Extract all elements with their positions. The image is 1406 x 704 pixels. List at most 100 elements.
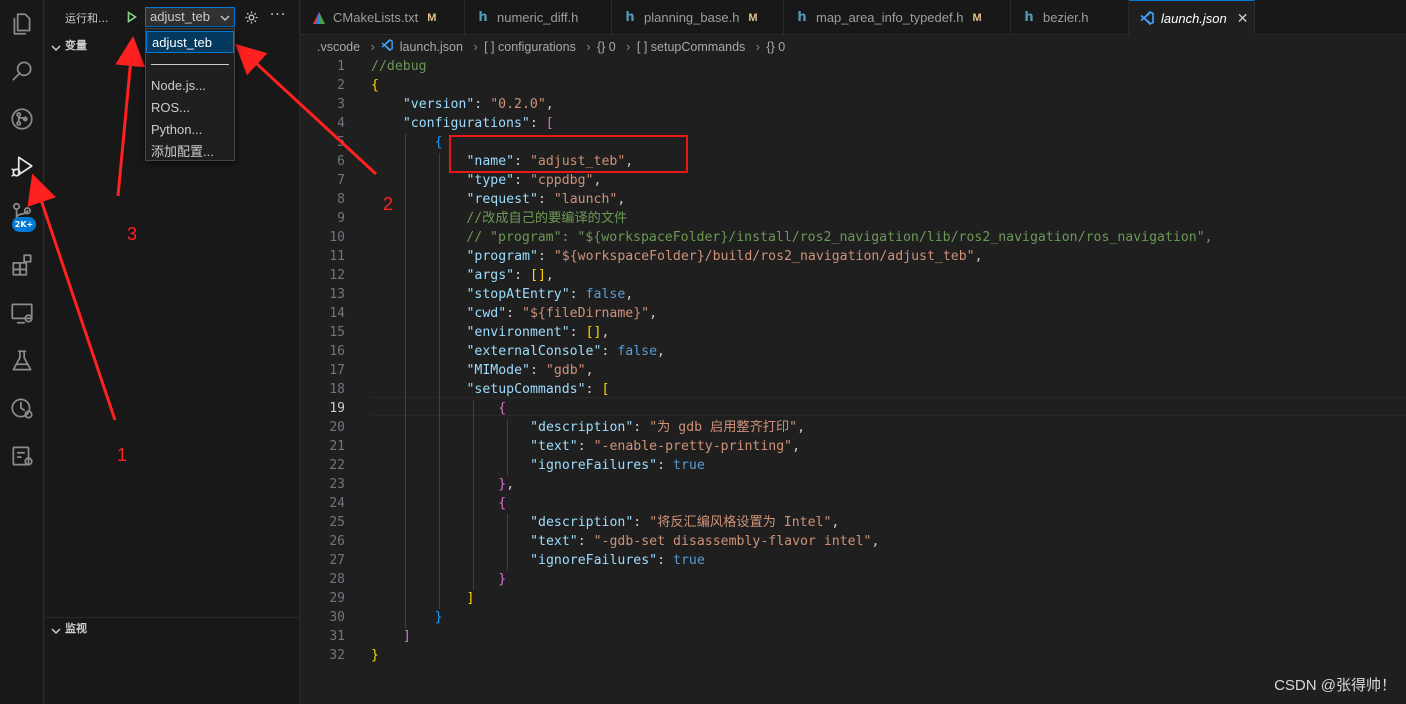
activity-bar: 2K+ (0, 0, 44, 704)
code-line: ] (466, 591, 475, 606)
debug-config-dropdown: adjust_teb Node.js... ROS... Python... 添… (145, 28, 235, 161)
modified-indicator: M (427, 11, 437, 24)
code-line: "args": [], (466, 268, 554, 283)
code-line: "configurations": [ (402, 116, 554, 131)
line-number: 24 (329, 496, 345, 511)
tab-launch-json[interactable]: launch.json ✕ (1129, 0, 1255, 35)
line-number: 6 (337, 154, 345, 169)
code-line: ] (402, 629, 411, 644)
breadcrumb-separator: › (473, 40, 478, 54)
line-number: 10 (329, 230, 345, 245)
line-number: 21 (329, 439, 345, 454)
remote-explorer-icon[interactable] (6, 297, 38, 329)
tab-label: CMakeLists.txt (333, 10, 419, 25)
tab-cmakelists[interactable]: CMakeLists.txt M (301, 0, 465, 35)
breadcrumb: .vscode › launch.json › [ ] configuratio… (301, 36, 1406, 58)
debug-config-select[interactable]: adjust_teb (145, 7, 235, 27)
vscode-icon (1139, 10, 1155, 26)
start-debugging-button[interactable] (123, 8, 141, 26)
source-control-icon[interactable] (6, 103, 38, 135)
run-debug-title: 运行和... (65, 12, 109, 25)
line-number: 17 (329, 363, 345, 378)
code-line: "text": "-enable-pretty-printing", (530, 439, 801, 454)
dropdown-item-ros[interactable]: ROS... (146, 97, 234, 119)
code-line: { (434, 135, 443, 150)
line-number: 32 (329, 648, 345, 663)
breadcrumb-separator: › (586, 40, 591, 54)
gear-icon (244, 10, 258, 24)
line-number: 27 (329, 553, 345, 568)
dropdown-separator (151, 64, 229, 65)
code-line: { (371, 78, 379, 93)
tab-bezier[interactable]: h bezier.h (1011, 0, 1129, 35)
line-number: 13 (329, 287, 345, 302)
run-debug-sidebar: 运行和... adjust_teb ··· adjust_teb Node.js… (45, 0, 300, 704)
tab-label: planning_base.h (644, 10, 740, 25)
run-debug-icon[interactable] (6, 150, 38, 182)
line-number: 18 (329, 382, 345, 397)
open-launch-json-button[interactable] (242, 8, 260, 26)
line-number: 25 (329, 515, 345, 530)
dropdown-item-nodejs[interactable]: Node.js... (146, 75, 234, 97)
breadcrumb-separator: › (626, 40, 631, 54)
tab-label: bezier.h (1043, 10, 1089, 25)
dropdown-item-adjust-teb[interactable]: adjust_teb (146, 31, 234, 53)
code-line: "stopAtEntry": false, (466, 287, 634, 302)
git-history-icon[interactable] (6, 392, 38, 424)
line-number: 31 (329, 629, 345, 644)
breadcrumb-item-object-0[interactable]: {} 0 (597, 40, 616, 54)
code-line: "cwd": "${fileDirname}", (466, 306, 658, 321)
line-number: 9 (337, 211, 345, 226)
modified-indicator: M (748, 11, 758, 24)
tab-planning-base[interactable]: h planning_base.h M (612, 0, 784, 35)
breadcrumb-item-configurations[interactable]: [ ] configurations (484, 40, 576, 54)
code-line: //debug (371, 59, 427, 74)
tab-map-area-info-typedef[interactable]: h map_area_info_typedef.h M (784, 0, 1011, 35)
code-line: "version": "0.2.0", (402, 97, 554, 112)
breadcrumb-item-object-0-inner[interactable]: {} 0 (766, 40, 785, 54)
header-file-icon: h (1024, 10, 1034, 25)
code-line: "environment": [], (466, 325, 610, 340)
line-number: 29 (329, 591, 345, 606)
explorer-icon[interactable] (6, 8, 38, 40)
line-number: 12 (329, 268, 345, 283)
variables-label: 变量 (65, 39, 87, 52)
breadcrumb-separator: › (755, 40, 760, 54)
code-line: "ignoreFailures": true (530, 458, 705, 473)
breadcrumb-item-vscode[interactable]: .vscode (317, 40, 360, 54)
chevron-down-icon (219, 11, 231, 23)
line-number: 7 (337, 173, 345, 188)
header-file-icon: h (797, 10, 807, 25)
indent-guide (405, 134, 406, 628)
code-line: "description": "将反汇编风格设置为 Intel", (530, 515, 840, 530)
tab-label: map_area_info_typedef.h (816, 10, 964, 25)
extensions-icon[interactable] (6, 249, 38, 281)
line-number: 11 (329, 249, 345, 264)
more-actions-button[interactable]: ··· (267, 6, 289, 24)
breadcrumb-item-setup-commands[interactable]: [ ] setupCommands (637, 40, 745, 54)
line-number: 19 (329, 401, 345, 416)
dropdown-item-python[interactable]: Python... (146, 119, 234, 141)
watch-section-header[interactable]: 监视 (45, 617, 299, 639)
dropdown-item-add-config[interactable]: 添加配置... (146, 141, 234, 163)
cmake-icon[interactable] (6, 440, 38, 472)
indent-guide (439, 153, 440, 609)
tab-numeric-diff[interactable]: h numeric_diff.h (465, 0, 612, 35)
testing-icon[interactable] (6, 345, 38, 377)
code-editor[interactable]: 1 2 3 4 5 6 7 8 9 10 11 12 13 14 15 16 17 18 19 20 21 22 23 24 2… (301, 58, 1406, 704)
code-line: // "program": "${workspaceFolder}/instal… (466, 230, 1213, 245)
modified-indicator: M (972, 11, 982, 24)
chevron-down-icon (50, 40, 62, 52)
vscode-icon (381, 39, 394, 54)
notification-badge: 2K+ (12, 217, 36, 232)
search-icon[interactable] (6, 55, 38, 87)
breadcrumb-item-launch-json[interactable]: launch.json (400, 40, 463, 54)
chevron-down-icon (50, 623, 62, 635)
editor-tab-bar: CMakeLists.txt M h numeric_diff.h h plan… (301, 0, 1406, 35)
current-line-highlight (371, 397, 1406, 416)
close-icon[interactable]: ✕ (1237, 10, 1249, 27)
line-number: 15 (329, 325, 345, 340)
line-number: 22 (329, 458, 345, 473)
code-line: } (434, 610, 443, 625)
line-number: 4 (337, 116, 345, 131)
